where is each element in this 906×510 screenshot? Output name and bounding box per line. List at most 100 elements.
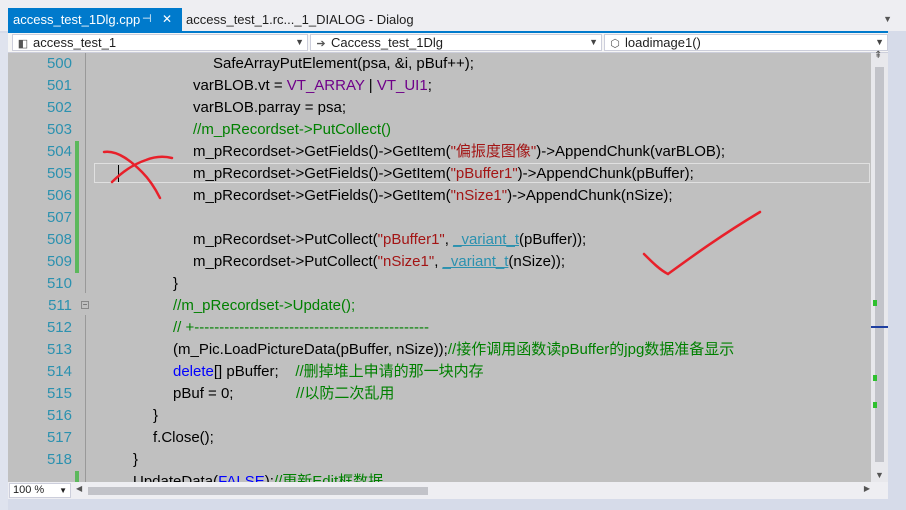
code-line[interactable]: 515 pBuf = 0; //以防二次乱用 bbox=[8, 383, 871, 405]
change-map-marker bbox=[873, 300, 877, 306]
code-text: m_pRecordset->GetFields()->GetItem("nSiz… bbox=[193, 187, 673, 204]
chevron-down-icon: ▼ bbox=[295, 37, 304, 47]
line-number: 503 bbox=[46, 121, 72, 138]
close-icon[interactable]: ✕ bbox=[162, 8, 172, 31]
code-text: varBLOB.parray = psa; bbox=[193, 99, 346, 116]
line-number: 506 bbox=[46, 187, 72, 204]
code-line[interactable]: 505 m_pRecordset->GetFields()->GetItem("… bbox=[8, 163, 871, 185]
code-line[interactable]: 509 m_pRecordset->PutCollect("nSize1", _… bbox=[8, 251, 871, 273]
line-number: 518 bbox=[46, 451, 72, 468]
code-text: } bbox=[133, 451, 139, 468]
code-text: varBLOB.vt = VT_ARRAY | VT_UI1; bbox=[193, 77, 432, 94]
change-map-marker bbox=[873, 402, 877, 408]
code-text: m_pRecordset->GetFields()->GetItem("pBuf… bbox=[193, 165, 694, 182]
code-text: UpdateData(FALSE);//更新Edit框数据 bbox=[133, 473, 384, 482]
vertical-scrollbar[interactable]: ⇞ ▼ bbox=[871, 50, 888, 482]
horizontal-scroll-thumb[interactable] bbox=[88, 487, 428, 495]
chevron-down-icon: ▼ bbox=[59, 486, 67, 495]
line-number: 512 bbox=[46, 319, 72, 336]
code-line[interactable]: 513 (m_Pic.LoadPictureData(pBuffer, nSiz… bbox=[8, 339, 871, 361]
method-dropdown[interactable]: ⬡ loadimage1() ▼ bbox=[604, 34, 888, 51]
line-number: 514 bbox=[46, 363, 72, 380]
code-line[interactable]: UpdateData(FALSE);//更新Edit框数据 bbox=[8, 471, 871, 482]
line-number: 510 bbox=[46, 275, 72, 292]
change-marker bbox=[75, 251, 79, 273]
change-marker bbox=[75, 207, 79, 229]
code-line[interactable]: 501 varBLOB.vt = VT_ARRAY | VT_UI1; bbox=[8, 75, 871, 97]
code-line[interactable]: 506 m_pRecordset->GetFields()->GetItem("… bbox=[8, 185, 871, 207]
code-text: } bbox=[173, 275, 179, 292]
code-text: f.Close(); bbox=[153, 429, 214, 446]
project-dropdown[interactable]: ◧ access_test_1 ▼ bbox=[12, 34, 308, 51]
code-line[interactable]: 512 // +--------------------------------… bbox=[8, 317, 871, 339]
code-line[interactable]: 518 } bbox=[8, 449, 871, 471]
line-number: 504 bbox=[46, 143, 72, 160]
project-icon: ◧ bbox=[17, 38, 29, 50]
change-marker bbox=[75, 163, 79, 185]
class-arrow-icon: ➔ bbox=[316, 38, 326, 50]
pin-icon[interactable]: ⊣ bbox=[142, 8, 152, 31]
document-tab-bar: access_test_1Dlg.cpp ⊣ ✕ access_test_1.r… bbox=[0, 0, 906, 31]
line-number: 500 bbox=[46, 55, 72, 72]
code-text: delete[] pBuffer; //删掉堆上申请的那一块内存 bbox=[173, 363, 484, 380]
tab-dialog-resource[interactable]: access_test_1.rc..._1_DIALOG - Dialog bbox=[182, 8, 442, 31]
code-line[interactable]: 517 f.Close(); bbox=[8, 427, 871, 449]
change-marker bbox=[75, 141, 79, 163]
change-marker bbox=[75, 471, 79, 482]
line-number: 513 bbox=[46, 341, 72, 358]
split-handle-icon[interactable]: ⇞ bbox=[874, 50, 882, 61]
collapse-box-icon[interactable]: − bbox=[81, 301, 89, 309]
line-number: 507 bbox=[46, 209, 72, 226]
horizontal-scrollbar[interactable]: ◀ ▶ bbox=[74, 484, 870, 497]
code-text: pBuf = 0; //以防二次乱用 bbox=[173, 385, 395, 402]
code-line[interactable]: 502 varBLOB.parray = psa; bbox=[8, 97, 871, 119]
code-line[interactable]: 511 − //m_pRecordset->Update(); bbox=[8, 295, 871, 317]
line-number: 516 bbox=[46, 407, 72, 424]
code-line[interactable]: 500 SafeArrayPutElement(psa, &i, pBuf++)… bbox=[8, 53, 871, 75]
scroll-left-icon[interactable]: ◀ bbox=[76, 484, 82, 493]
line-number: 508 bbox=[46, 231, 72, 248]
scroll-right-icon[interactable]: ▶ bbox=[864, 484, 870, 493]
caret-position-marker bbox=[871, 326, 888, 328]
code-text: (m_Pic.LoadPictureData(pBuffer, nSize));… bbox=[173, 341, 735, 358]
tab-overflow-chevron-down-icon[interactable]: ▼ bbox=[883, 14, 892, 24]
code-comment: // +------------------------------------… bbox=[173, 319, 430, 336]
line-number: 501 bbox=[46, 77, 72, 94]
code-editor[interactable]: 500 SafeArrayPutElement(psa, &i, pBuf++)… bbox=[8, 53, 871, 482]
code-text: m_pRecordset->PutCollect("pBuffer1", _va… bbox=[193, 231, 587, 248]
code-line[interactable]: 504 m_pRecordset->GetFields()->GetItem("… bbox=[8, 141, 871, 163]
class-label: Caccess_test_1Dlg bbox=[331, 35, 443, 50]
class-dropdown[interactable]: ➔ Caccess_test_1Dlg ▼ bbox=[310, 34, 602, 51]
code-text: m_pRecordset->PutCollect("nSize1", _vari… bbox=[193, 253, 566, 270]
code-text: SafeArrayPutElement(psa, &i, pBuf++); bbox=[213, 55, 474, 72]
method-label: loadimage1() bbox=[625, 35, 701, 50]
chevron-down-icon: ▼ bbox=[589, 37, 598, 47]
code-line[interactable]: 507 bbox=[8, 207, 871, 229]
line-number: 517 bbox=[46, 429, 72, 446]
chevron-down-icon: ▼ bbox=[875, 37, 884, 47]
line-number: 509 bbox=[46, 253, 72, 270]
left-panel-edge bbox=[0, 33, 8, 510]
code-line[interactable]: 514 delete[] pBuffer; //删掉堆上申请的那一块内存 bbox=[8, 361, 871, 383]
code-line[interactable]: 510 } bbox=[8, 273, 871, 295]
change-marker bbox=[75, 229, 79, 251]
change-map-marker bbox=[873, 375, 877, 381]
change-marker bbox=[75, 185, 79, 207]
tab-label: access_test_1Dlg.cpp bbox=[13, 12, 141, 27]
line-number: 511 bbox=[48, 297, 72, 314]
code-comment: //m_pRecordset->Update(); bbox=[173, 297, 356, 314]
scroll-down-icon[interactable]: ▼ bbox=[875, 470, 884, 480]
tab-access-test-1dlg-cpp[interactable]: access_test_1Dlg.cpp ⊣ ✕ bbox=[8, 8, 182, 31]
tab-label: access_test_1.rc..._1_DIALOG - Dialog bbox=[186, 12, 414, 27]
editor-bottom-bar: 100 % ▼ ◀ ▶ bbox=[8, 482, 888, 499]
line-number: 515 bbox=[46, 385, 72, 402]
code-line[interactable]: 516 } bbox=[8, 405, 871, 427]
code-line[interactable]: 508 m_pRecordset->PutCollect("pBuffer1",… bbox=[8, 229, 871, 251]
method-cube-icon: ⬡ bbox=[610, 38, 620, 50]
project-label: access_test_1 bbox=[33, 35, 117, 50]
code-line[interactable]: 503 //m_pRecordset->PutCollect() bbox=[8, 119, 871, 141]
navigation-bar: ◧ access_test_1 ▼ ➔ Caccess_test_1Dlg ▼ ⬡ l… bbox=[8, 33, 888, 53]
code-text: m_pRecordset->GetFields()->GetItem("偏振度图… bbox=[193, 143, 726, 160]
zoom-dropdown[interactable]: 100 % ▼ bbox=[9, 483, 71, 498]
line-number: 505 bbox=[46, 165, 72, 182]
